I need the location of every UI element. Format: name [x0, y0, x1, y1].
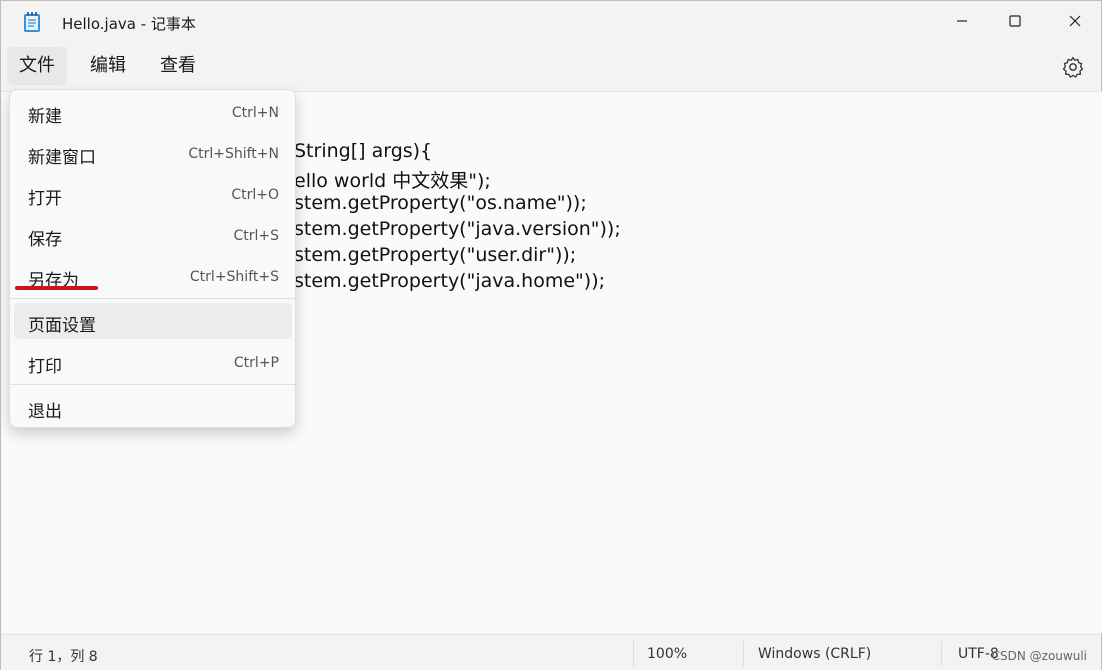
menu-item-exit[interactable]: 退出 — [14, 389, 292, 425]
menu-separator — [10, 384, 295, 385]
code-line: stem.getProperty("user.dir")); — [294, 244, 577, 266]
menu-item-shortcut: Ctrl+N — [231, 105, 279, 121]
code-line: stem.getProperty("java.version")); — [294, 218, 621, 240]
menu-item-shortcut: Ctrl+Shift+S — [189, 269, 279, 285]
menu-item-label: 新建窗口 — [28, 148, 96, 168]
status-divider — [743, 641, 744, 666]
menu-item-label: 页面设置 — [28, 316, 96, 336]
file-menu-dropdown: 新建 Ctrl+N 新建窗口 Ctrl+Shift+N 打开 Ctrl+O 保存… — [9, 89, 296, 428]
title-bar[interactable]: Hello.java - 记事本 — [1, 1, 1101, 43]
gear-icon[interactable] — [1061, 55, 1085, 79]
menu-item-shortcut: Ctrl+O — [231, 187, 279, 203]
status-bar: 行 1，列 8 100% Windows (CRLF) UTF-8 CSDN @… — [1, 634, 1101, 670]
maximize-button[interactable] — [986, 1, 1044, 41]
status-divider — [941, 641, 942, 666]
menu-bar: 文件 编辑 查看 — [1, 43, 1101, 91]
menu-item-open[interactable]: 打开 Ctrl+O — [14, 176, 292, 212]
minimize-button[interactable] — [933, 1, 991, 41]
menu-item-new[interactable]: 新建 Ctrl+N — [14, 94, 292, 130]
menu-item-label: 新建 — [28, 107, 62, 127]
menu-item-label: 退出 — [28, 402, 62, 422]
menu-item-label: 保存 — [28, 230, 62, 250]
code-line: String[] args){ — [294, 140, 433, 162]
code-line: ello world 中文效果"); — [294, 170, 491, 192]
window-title: Hello.java - 记事本 — [62, 15, 196, 33]
notepad-icon — [23, 11, 41, 33]
menu-item-new-window[interactable]: 新建窗口 Ctrl+Shift+N — [14, 135, 292, 171]
menu-item-print[interactable]: 打印 Ctrl+P — [14, 344, 292, 380]
menu-item-label: 打印 — [28, 357, 62, 377]
menu-item-shortcut: Ctrl+Shift+N — [188, 146, 279, 162]
cursor-position: 行 1，列 8 — [29, 649, 98, 665]
menu-view[interactable]: 查看 — [148, 47, 208, 85]
status-divider — [633, 641, 634, 666]
menu-item-save[interactable]: 保存 Ctrl+S — [14, 217, 292, 253]
notepad-window: Hello.java - 记事本 文件 编辑 查看 String[] args)… — [0, 0, 1102, 670]
watermark: CSDN @zouwuli — [991, 649, 1087, 663]
minimize-icon — [956, 12, 968, 31]
close-icon — [1069, 12, 1081, 31]
menu-separator — [10, 298, 295, 299]
code-line: stem.getProperty("os.name")); — [294, 192, 587, 214]
menu-edit[interactable]: 编辑 — [78, 47, 138, 85]
red-underline-annotation — [15, 286, 98, 290]
menu-item-shortcut: Ctrl+S — [233, 228, 279, 244]
menu-item-page-setup[interactable]: 页面设置 — [14, 303, 292, 339]
close-button[interactable] — [1046, 1, 1102, 41]
menu-item-label: 打开 — [28, 189, 62, 209]
menu-file[interactable]: 文件 — [7, 47, 67, 85]
maximize-icon — [1009, 12, 1021, 31]
line-ending: Windows (CRLF) — [758, 646, 872, 662]
code-line: stem.getProperty("java.home")); — [294, 270, 606, 292]
zoom-level: 100% — [647, 646, 688, 662]
menu-item-shortcut: Ctrl+P — [233, 355, 279, 371]
